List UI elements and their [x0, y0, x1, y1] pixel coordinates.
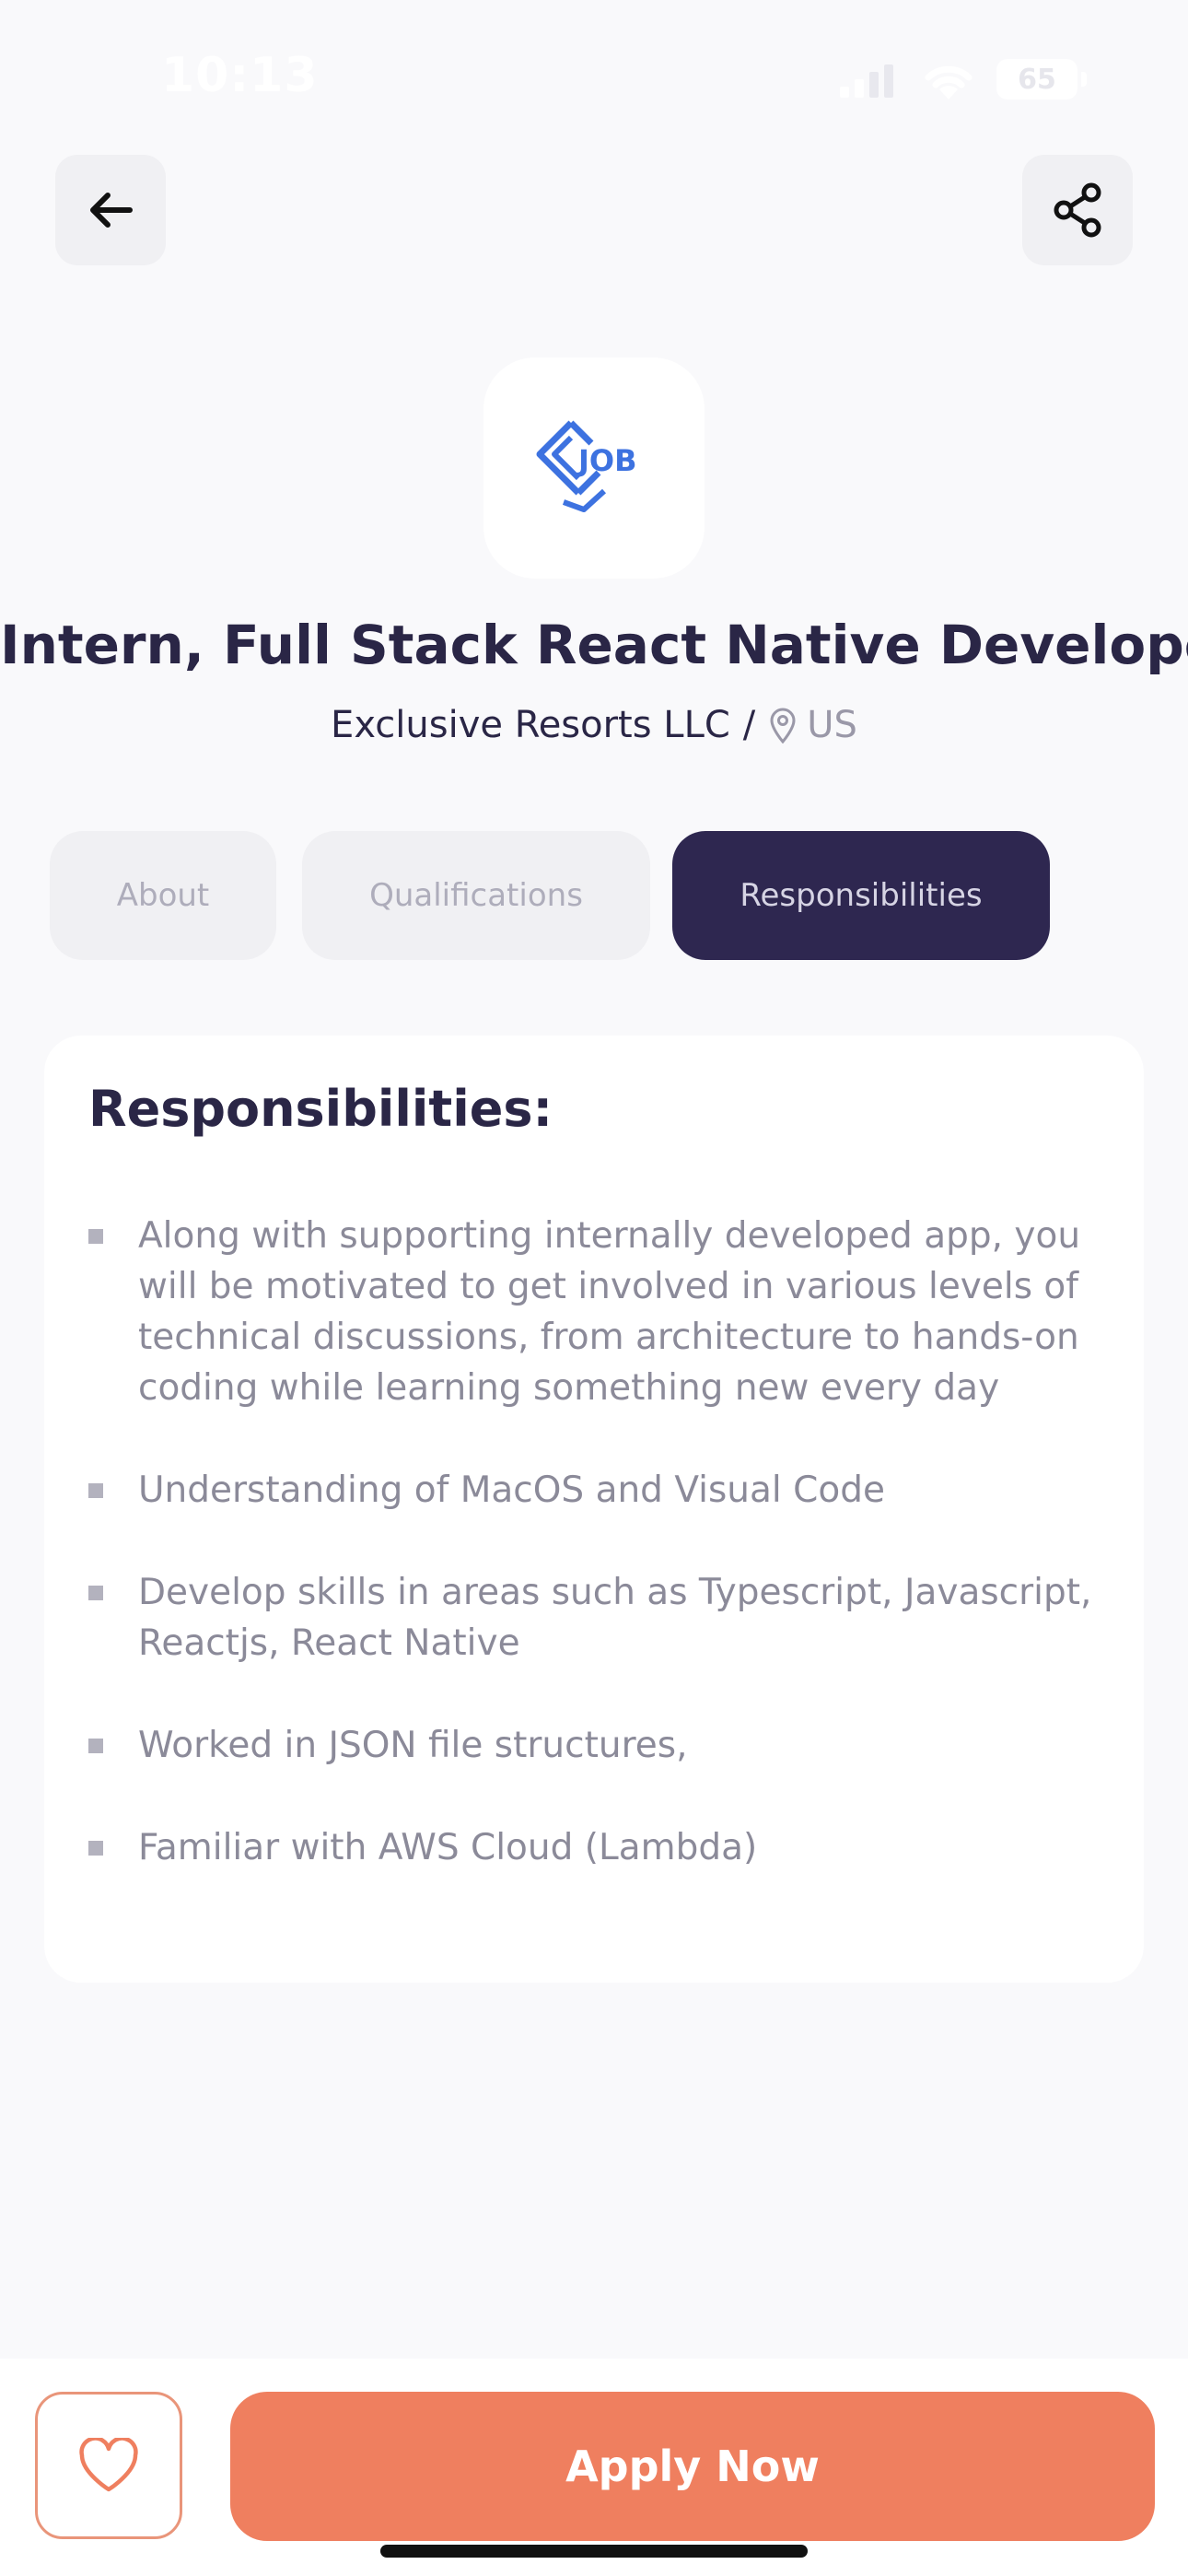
svg-text:JOB: JOB [577, 443, 637, 478]
tab-responsibilities[interactable]: Responsibilities [672, 831, 1050, 960]
status-time: 10:13 [161, 48, 319, 103]
heart-icon [79, 2438, 138, 2492]
list-item-text: Along with supporting internally develop… [138, 1215, 1081, 1409]
job-logo-icon: JOB [536, 420, 637, 512]
list-item: Along with supporting internally develop… [88, 1211, 1120, 1413]
list-item-text: Understanding of MacOS and Visual Code [138, 1469, 886, 1511]
signal-icon [840, 64, 893, 98]
list-item-text: Develop skills in areas such as Typescri… [138, 1572, 1092, 1664]
apply-now-button[interactable]: Apply Now [230, 2392, 1155, 2541]
list-item: Worked in JSON file structures, [88, 1720, 1120, 1771]
battery-icon: 65 [996, 59, 1087, 100]
tab-qualifications[interactable]: Qualifications [302, 831, 650, 960]
company-separator: / [742, 704, 756, 746]
bullet-icon [88, 1229, 103, 1244]
back-button[interactable] [55, 155, 166, 265]
company-name: Exclusive Resorts LLC [331, 704, 730, 746]
list-item-text: Familiar with AWS Cloud (Lambda) [138, 1827, 758, 1868]
responsibilities-list: Along with supporting internally develop… [88, 1211, 1120, 1925]
list-item-text: Worked in JSON file structures, [138, 1725, 688, 1766]
job-title: Intern, Full Stack React Native Develope… [0, 614, 1188, 676]
bottom-action-bar: Apply Now [0, 2359, 1188, 2576]
share-button[interactable] [1022, 155, 1133, 265]
home-indicator[interactable] [380, 2545, 808, 2558]
status-bar: 10:13 65 [0, 0, 1188, 138]
wifi-icon [925, 65, 973, 100]
job-details-screen: 10:13 65 JOB Intern, Full Stack React Na… [0, 0, 1188, 2576]
bullet-icon [88, 1586, 103, 1600]
location-pin-icon [770, 708, 796, 744]
list-item: Familiar with AWS Cloud (Lambda) [88, 1822, 1120, 1873]
battery-level: 65 [1018, 63, 1056, 96]
list-item: Develop skills in areas such as Typescri… [88, 1567, 1120, 1669]
share-icon [1054, 182, 1101, 238]
bullet-icon [88, 1483, 103, 1498]
tab-about[interactable]: About [50, 831, 276, 960]
list-item: Understanding of MacOS and Visual Code [88, 1465, 1120, 1516]
arrow-left-icon [90, 193, 133, 228]
favorite-button[interactable] [35, 2392, 182, 2539]
responsibilities-card: Responsibilities: Along with supporting … [44, 1036, 1144, 1983]
company-line: Exclusive Resorts LLC / US [0, 704, 1188, 746]
bullet-icon [88, 1841, 103, 1856]
location-text: US [807, 704, 857, 746]
company-logo: JOB [483, 357, 705, 579]
responsibilities-title: Responsibilities: [88, 1080, 553, 1138]
bullet-icon [88, 1739, 103, 1753]
